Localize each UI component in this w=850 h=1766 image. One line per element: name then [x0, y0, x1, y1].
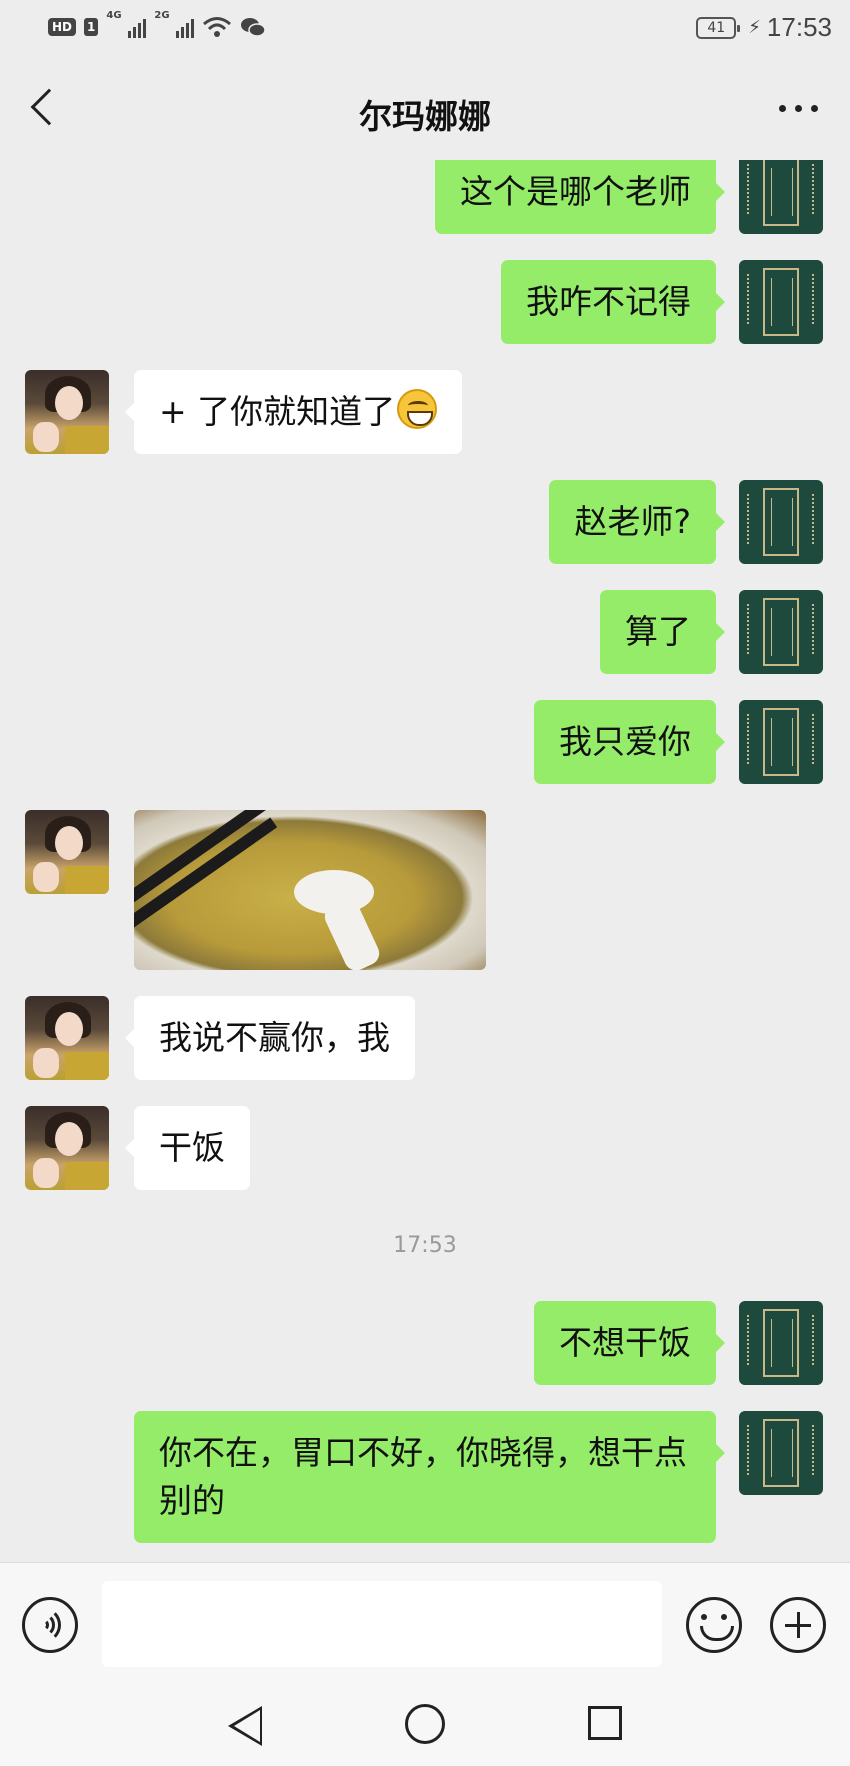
- grinning-face-emoji: [397, 389, 438, 429]
- my-avatar[interactable]: [739, 1411, 823, 1495]
- message-bubble-sent[interactable]: 你不在，胃口不好，你晓得，想干点别的: [134, 1411, 725, 1543]
- contact-avatar[interactable]: [25, 996, 109, 1080]
- plus-icon[interactable]: [770, 1597, 826, 1653]
- message-bubble-sent[interactable]: 不想干饭: [534, 1301, 725, 1385]
- sim-badge: 1: [84, 18, 99, 36]
- contact-avatar[interactable]: [25, 1106, 109, 1190]
- nav-recent-icon[interactable]: [588, 1706, 622, 1740]
- network-type-2: 2G: [154, 10, 170, 21]
- system-navigation-bar: [0, 1686, 850, 1766]
- my-avatar[interactable]: [739, 590, 823, 674]
- message-input[interactable]: [102, 1581, 662, 1667]
- page-title: 尔玛娜娜: [359, 97, 491, 136]
- message-bubble-sent[interactable]: 赵老师?: [549, 480, 725, 564]
- charging-icon: ⚡: [748, 17, 761, 38]
- nav-back-icon[interactable]: [228, 1706, 262, 1746]
- voice-icon[interactable]: [22, 1597, 78, 1653]
- my-avatar[interactable]: [739, 1301, 823, 1385]
- signal-icon: 4G: [106, 10, 147, 40]
- status-time: 17:53: [766, 12, 832, 42]
- message-input-bar: [0, 1562, 850, 1686]
- hd-badge: HD: [48, 18, 77, 36]
- message-bubble-received[interactable]: 我说不赢你，我: [125, 996, 415, 1080]
- my-avatar[interactable]: [739, 160, 823, 234]
- message-bubble-received[interactable]: 干饭: [125, 1106, 250, 1190]
- message-bubble-sent[interactable]: 这个是哪个老师: [435, 160, 725, 234]
- more-dots-icon[interactable]: [779, 105, 818, 112]
- my-avatar[interactable]: [739, 700, 823, 784]
- my-avatar[interactable]: [739, 260, 823, 344]
- battery-icon: 41: [696, 16, 741, 39]
- wechat-icon: [241, 18, 267, 37]
- message-bubble-sent[interactable]: 我只爱你: [534, 700, 725, 784]
- message-text: + 了你就知道了: [159, 392, 396, 431]
- chat-header: 尔玛娜娜: [0, 60, 850, 160]
- network-type-1: 4G: [106, 10, 122, 21]
- message-bubble-received[interactable]: + 了你就知道了: [124, 370, 463, 454]
- message-timestamp: 17:53: [393, 1233, 457, 1258]
- wifi-icon: [203, 17, 232, 37]
- status-bar: HD 1 4G 2G 41 ⚡ 17:53: [0, 0, 850, 60]
- emoji-icon[interactable]: [686, 1597, 742, 1653]
- status-right: 41 ⚡ 17:53: [696, 12, 832, 43]
- nav-home-icon[interactable]: [405, 1704, 445, 1744]
- my-avatar[interactable]: [739, 480, 823, 564]
- noodle-soup-photo[interactable]: [134, 810, 486, 970]
- signal-icon-2: 2G: [154, 10, 195, 40]
- contact-avatar[interactable]: [25, 370, 109, 454]
- status-left: HD 1 4G 2G: [48, 10, 267, 40]
- message-bubble-sent[interactable]: 算了: [600, 590, 725, 674]
- chat-messages: 这个是哪个老师 我咋不记得 + 了你就知道了 赵老师? 算了 我只爱你 我说不赢…: [0, 160, 850, 1562]
- contact-avatar[interactable]: [25, 810, 109, 894]
- message-bubble-sent[interactable]: 我咋不记得: [501, 260, 725, 344]
